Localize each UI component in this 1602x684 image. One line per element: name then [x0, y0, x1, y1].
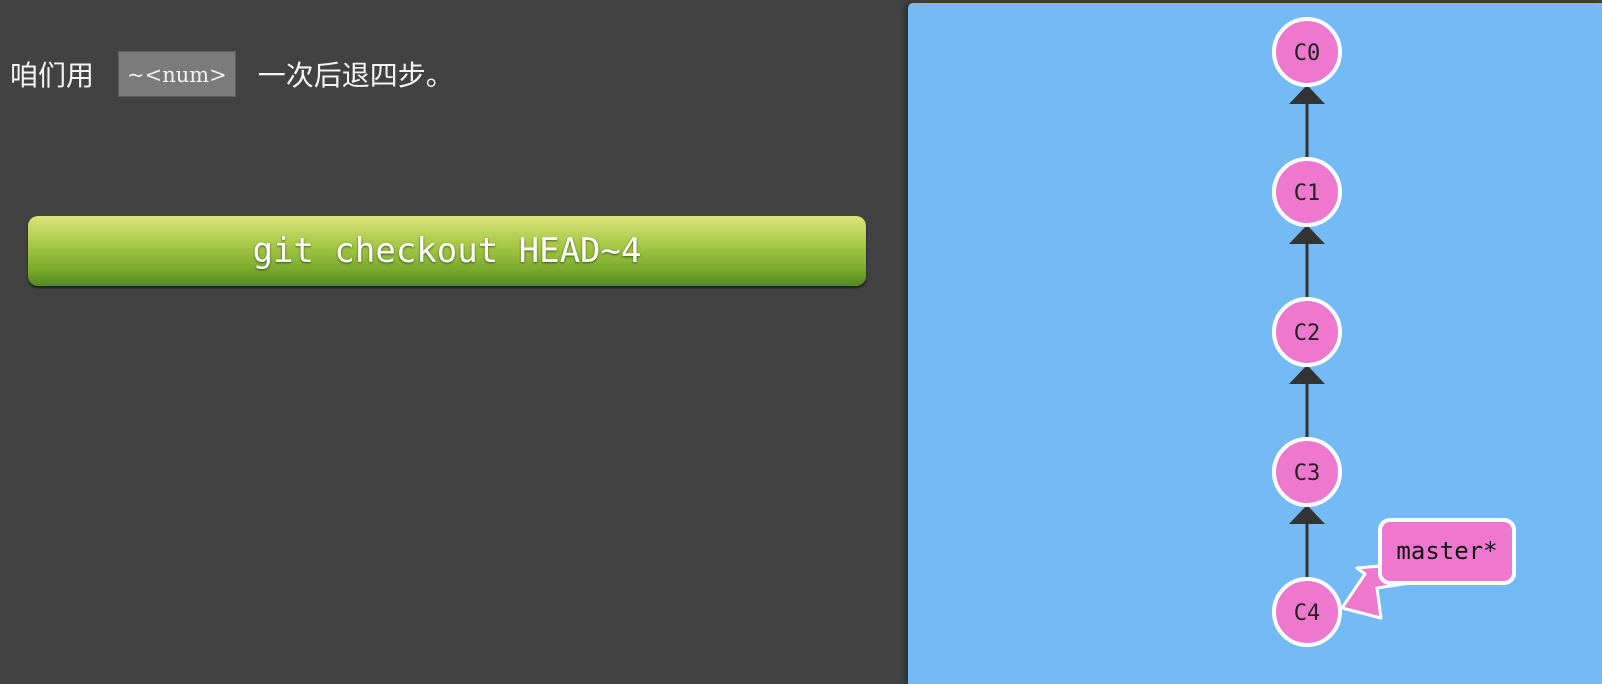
- instruction-suffix: 一次后退四步。: [257, 59, 454, 92]
- edge-arrowhead: [1289, 225, 1325, 244]
- branch-layer: master*: [1340, 518, 1516, 620]
- edge-arrowhead: [1289, 365, 1325, 384]
- edge-arrowhead: [1289, 85, 1325, 104]
- commit-node-c1[interactable]: C1: [1272, 157, 1342, 227]
- commit-label: C4: [1294, 601, 1321, 626]
- inline-code-chip: ~<num>: [118, 51, 236, 97]
- app-root: 咱们用 ~<num> 一次后退四步。 git checkout HEAD~4 C…: [0, 0, 1602, 684]
- edge-arrowhead: [1289, 505, 1325, 524]
- git-graph-panel: C0 C1 C2 C3 C4 master*: [908, 3, 1602, 684]
- instruction-text: 咱们用 ~<num> 一次后退四步。: [10, 50, 454, 98]
- instruction-prefix: 咱们用: [10, 59, 95, 92]
- commit-node-c4[interactable]: C4: [1272, 577, 1342, 647]
- commit-label: C1: [1294, 181, 1321, 206]
- commit-node-c0[interactable]: C0: [1272, 17, 1342, 87]
- commit-node-c3[interactable]: C3: [1272, 437, 1342, 507]
- commit-label: C3: [1294, 461, 1321, 486]
- commit-label: C0: [1294, 41, 1321, 66]
- command-text: git checkout HEAD~4: [252, 231, 642, 271]
- instruction-panel: 咱们用 ~<num> 一次后退四步。 git checkout HEAD~4: [0, 0, 908, 684]
- commit-node-c2[interactable]: C2: [1272, 297, 1342, 367]
- commit-graph: C0 C1 C2 C3 C4 master*: [1272, 17, 1516, 647]
- branch-name: master*: [1396, 537, 1497, 565]
- command-button[interactable]: git checkout HEAD~4: [28, 216, 866, 286]
- commit-label: C2: [1294, 321, 1321, 346]
